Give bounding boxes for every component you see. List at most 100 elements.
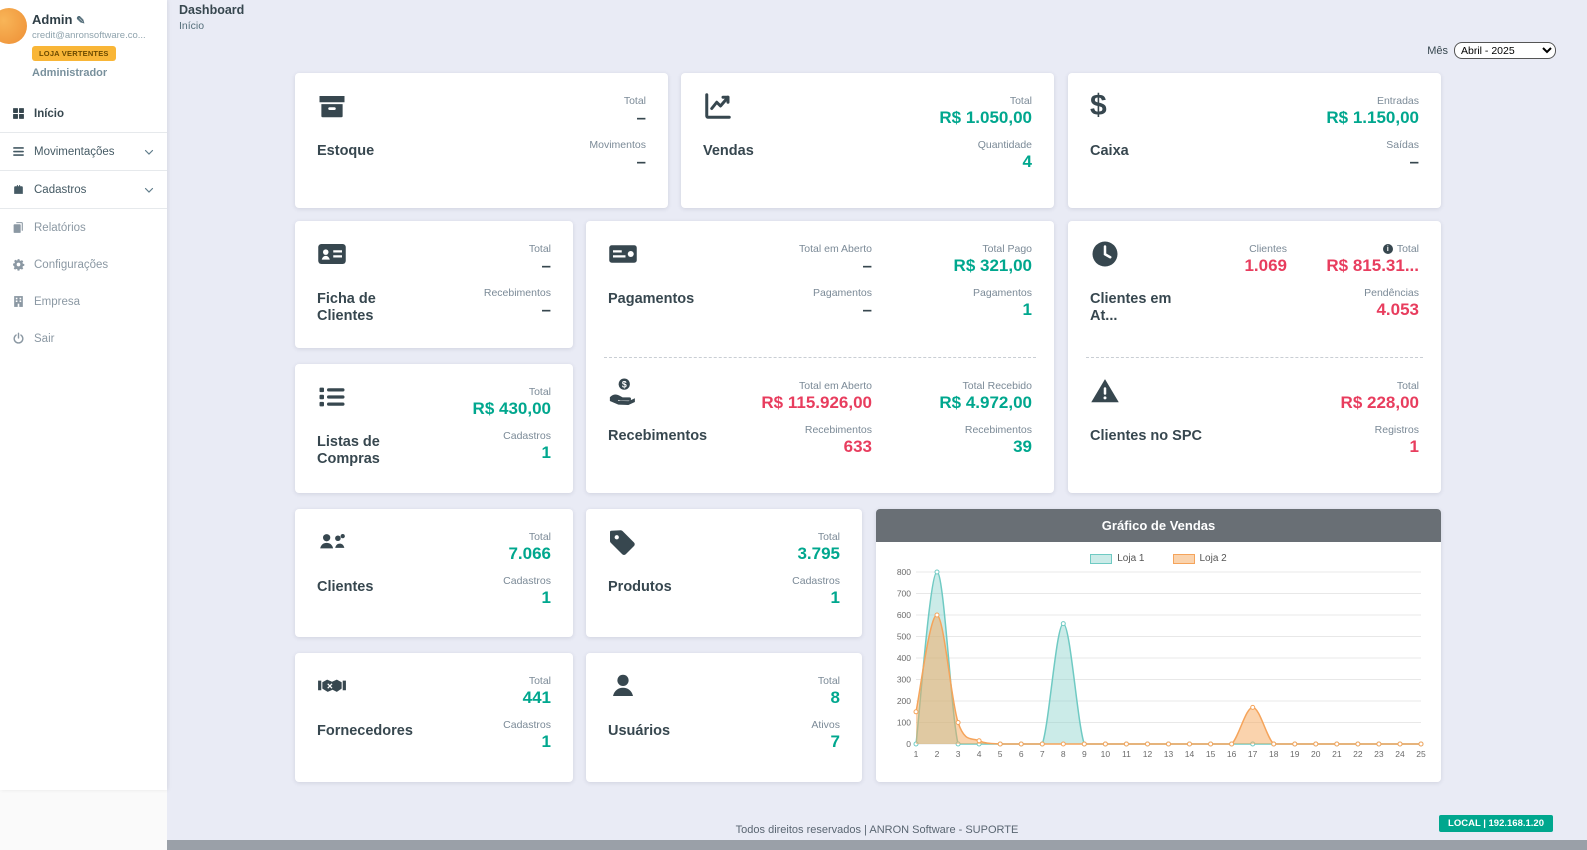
stat-label: Recebimentos <box>484 287 551 299</box>
svg-text:4: 4 <box>977 749 982 759</box>
stat-value: 633 <box>805 436 872 458</box>
stat-value: 1 <box>503 731 551 753</box>
card-usuarios: Usuários Total8 Ativos7 <box>586 653 862 782</box>
svg-text:5: 5 <box>998 749 1003 759</box>
stat-label: Cadastros <box>503 430 551 442</box>
stat-label: Total <box>1326 243 1419 255</box>
stat-value: 1 <box>503 587 551 609</box>
stat-label: Pendências <box>1364 287 1419 299</box>
store-badge: LOJA VERTENTES <box>32 46 116 61</box>
svg-text:0: 0 <box>906 739 911 749</box>
app-root: Admin credit@anronsoftware.co... LOJA VE… <box>0 0 1587 850</box>
svg-text:22: 22 <box>1353 749 1363 759</box>
card-pagamentos-recebimentos: Pagamentos Total em Aberto– Pagamentos– … <box>586 221 1054 493</box>
sidebar-item-label: Configurações <box>34 259 108 271</box>
stat: Pagamentos1 <box>973 287 1032 321</box>
bottom-bar <box>167 840 1587 850</box>
sidebar-item-label: Início <box>34 108 64 120</box>
month-select[interactable]: Abril - 2025 <box>1454 42 1556 59</box>
svg-text:200: 200 <box>897 696 911 706</box>
user-icon <box>608 671 638 701</box>
stat-label: Recebimentos <box>965 424 1032 436</box>
card-title: Usuários <box>608 723 670 740</box>
card-ficha-clientes: Ficha de Clientes Total– Recebimentos– <box>295 221 573 348</box>
sidebar-item-empresa[interactable]: Empresa <box>0 283 167 320</box>
stat-value: 3.795 <box>797 543 840 565</box>
stat-value: R$ 1.050,00 <box>939 107 1032 129</box>
stat: Cadastros1 <box>503 719 551 753</box>
stat-value: 8 <box>818 687 840 709</box>
grid-icon <box>12 107 25 120</box>
clientes-spc-section: Clientes no SPC TotalR$ 228,00 Registros… <box>1068 358 1441 494</box>
card-title: Listas de Compras <box>317 434 397 469</box>
avatar <box>0 8 27 44</box>
stat-value: – <box>799 255 872 277</box>
stat: Total– <box>529 243 551 277</box>
svg-text:2: 2 <box>935 749 940 759</box>
breadcrumb: Início <box>179 20 204 32</box>
user-name: Admin <box>32 12 72 27</box>
stat-label: Quantidade <box>978 139 1032 151</box>
stat-label: Total <box>523 675 551 687</box>
sidebar-item-sair[interactable]: Sair <box>0 320 167 357</box>
clientes-atraso-section: Clientes em At... Clientes1.069 TotalR$ … <box>1068 221 1441 357</box>
stat-value: R$ 1.150,00 <box>1326 107 1419 129</box>
stat: Total– <box>624 95 646 129</box>
money-check-icon <box>608 239 638 269</box>
sidebar-item-movimentacoes[interactable]: Movimentações <box>0 133 167 170</box>
edit-profile-icon[interactable] <box>76 15 85 27</box>
legend-item-loja1[interactable]: Loja 1 <box>1090 553 1144 564</box>
legend-label: Loja 1 <box>1117 553 1144 564</box>
stat: EntradasR$ 1.150,00 <box>1326 95 1419 129</box>
svg-text:17: 17 <box>1248 749 1258 759</box>
svg-text:13: 13 <box>1164 749 1174 759</box>
stat-label: Pagamentos <box>973 287 1032 299</box>
card-title: Caixa <box>1090 143 1129 160</box>
svg-text:600: 600 <box>897 610 911 620</box>
stat: Pagamentos– <box>813 287 872 321</box>
card-listas-compras: Listas de Compras TotalR$ 430,00 Cadastr… <box>295 364 573 493</box>
svg-text:12: 12 <box>1143 749 1153 759</box>
sidebar-item-label: Empresa <box>34 296 80 308</box>
svg-text:3: 3 <box>956 749 961 759</box>
svg-text:1: 1 <box>914 749 919 759</box>
sidebar-item-relatorios[interactable]: Relatórios <box>0 209 167 246</box>
stat-value: 1 <box>503 442 551 464</box>
card-title: Clientes no SPC <box>1090 428 1202 445</box>
list-icon <box>12 145 25 158</box>
stat-value: 1.069 <box>1244 255 1287 277</box>
stat-label: Total Recebido <box>939 380 1032 392</box>
svg-text:300: 300 <box>897 675 911 685</box>
card-clientes: Clientes Total7.066 Cadastros1 <box>295 509 573 637</box>
stat-value: R$ 815.31... <box>1326 255 1419 277</box>
svg-text:19: 19 <box>1290 749 1300 759</box>
stat-value: – <box>484 299 551 321</box>
sidebar-item-configuracoes[interactable]: Configurações <box>0 246 167 283</box>
stat-label: Total <box>508 531 551 543</box>
stat-label: Clientes <box>1244 243 1287 255</box>
gear-icon <box>12 258 25 271</box>
stat-value: – <box>813 299 872 321</box>
stat-value: 7 <box>811 731 840 753</box>
card-estoque: Estoque Total– Movimentos– <box>295 73 668 208</box>
briefcase-icon <box>12 183 25 196</box>
environment-badge: LOCAL | 192.168.1.20 <box>1439 815 1553 832</box>
stat-label: Ativos <box>811 719 840 731</box>
card-grafico-vendas: Gráfico de Vendas Loja 1 Loja 2 01002003… <box>876 509 1441 782</box>
stat: Total3.795 <box>797 531 840 565</box>
sidebar-item-cadastros[interactable]: Cadastros <box>0 171 167 208</box>
svg-text:23: 23 <box>1374 749 1384 759</box>
stat: Total PagoR$ 321,00 <box>954 243 1032 277</box>
stat-value: 441 <box>523 687 551 709</box>
svg-text:18: 18 <box>1269 749 1279 759</box>
legend-item-loja2[interactable]: Loja 2 <box>1173 553 1227 564</box>
sidebar-item-inicio[interactable]: Início <box>0 95 167 132</box>
chart-line-icon <box>703 91 733 121</box>
stat-value: 4.053 <box>1364 299 1419 321</box>
stat-value: 1 <box>1375 436 1419 458</box>
stat: Total RecebidoR$ 4.972,00 <box>939 380 1032 414</box>
info-icon[interactable] <box>1383 244 1393 254</box>
user-email: credit@anronsoftware.co... <box>32 30 160 41</box>
stat: Recebimentos– <box>484 287 551 321</box>
stat-label: Saídas <box>1386 139 1419 151</box>
